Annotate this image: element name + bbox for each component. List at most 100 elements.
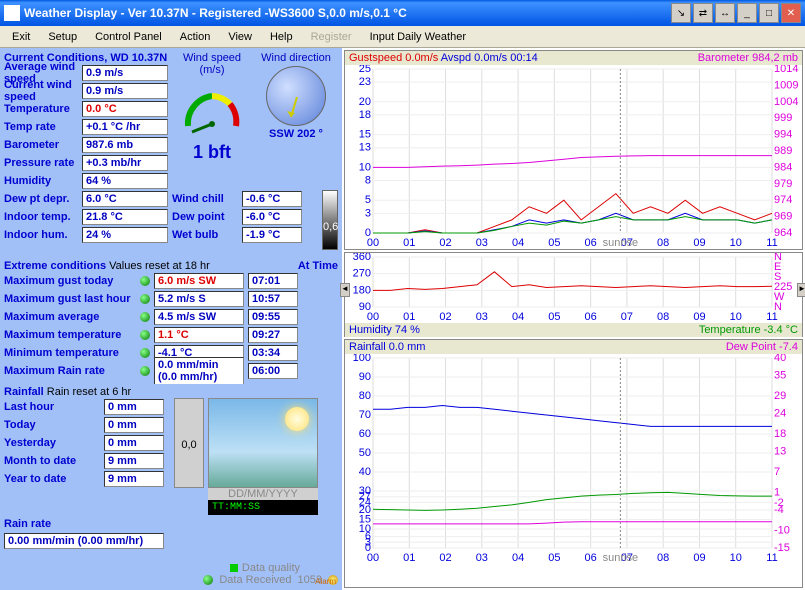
chart3-svg: 0001020304050607080910110361015202427304… — [345, 354, 800, 564]
cond-label: Dew point — [172, 211, 242, 223]
svg-text:-15: -15 — [774, 542, 790, 554]
toolbar-btn-1[interactable]: ↘ — [671, 3, 691, 23]
chart-wind-baro[interactable]: Gustspeed 0.0m/s Avspd 0.0m/s 00:14 Baro… — [344, 50, 803, 250]
tilt-gauge: 0,6 — [322, 190, 338, 250]
ext-time: 10:57 — [248, 291, 298, 307]
led-icon — [140, 294, 150, 304]
chart-direction[interactable]: ◄ ► 00010203040506070809101190180270360N… — [344, 252, 803, 337]
svg-text:06: 06 — [585, 311, 597, 323]
svg-text:02: 02 — [439, 237, 451, 249]
ext-label: Maximum gust today — [4, 275, 136, 287]
scroll-right-button[interactable]: ► — [797, 283, 805, 297]
svg-text:15: 15 — [359, 129, 371, 141]
ext-label: Minimum temperature — [4, 347, 136, 359]
svg-text:sunrise: sunrise — [603, 552, 638, 564]
toolbar-btn-3[interactable]: ↔ — [715, 3, 735, 23]
wind-speed-gauge: Wind speed (m/s) 1 bft — [172, 52, 252, 152]
ext-value: 4.5 m/s SW — [154, 309, 244, 325]
svg-text:979: 979 — [774, 178, 792, 190]
svg-text:974: 974 — [774, 194, 792, 206]
cond-value: +0.1 °C /hr — [82, 119, 168, 135]
svg-text:50: 50 — [359, 447, 371, 459]
menu-action[interactable]: Action — [172, 29, 219, 45]
cond-label: Wet bulb — [172, 229, 242, 241]
current-conditions-panel: Current Conditions, WD 10.37N Average wi… — [2, 50, 340, 256]
cond-value: 24 % — [82, 227, 168, 243]
rain-rate-label: Rain rate — [4, 518, 104, 530]
maximize-button[interactable]: □ — [759, 3, 779, 23]
scroll-left-button[interactable]: ◄ — [340, 283, 350, 297]
date-placeholder: DD/MM/YYYY — [208, 488, 318, 500]
rain-label: Month to date — [4, 455, 104, 467]
svg-text:90: 90 — [359, 301, 371, 313]
sky-image — [208, 398, 318, 488]
cond-value: 987.6 mb — [82, 137, 168, 153]
charts-panel: Gustspeed 0.0m/s Avspd 0.0m/s 00:14 Baro… — [342, 48, 805, 590]
rain-value: 9 mm — [104, 453, 164, 469]
menu-view[interactable]: View — [220, 29, 260, 45]
led-icon — [140, 276, 150, 286]
menu-exit[interactable]: Exit — [4, 29, 38, 45]
cond-value: -1.9 °C — [242, 227, 302, 243]
svg-text:40: 40 — [774, 354, 786, 364]
svg-text:7: 7 — [774, 466, 780, 478]
extreme-panel: Extreme conditions Values reset at 18 hr… — [2, 258, 340, 382]
svg-text:18: 18 — [359, 109, 371, 121]
ext-label: Maximum Rain rate — [4, 365, 136, 377]
svg-text:-2: -2 — [774, 497, 784, 509]
svg-text:03: 03 — [476, 237, 488, 249]
svg-text:270: 270 — [353, 268, 371, 280]
svg-text:60: 60 — [359, 428, 371, 440]
cond-value: 21.8 °C — [82, 209, 168, 225]
close-button[interactable]: ✕ — [781, 3, 801, 23]
svg-text:03: 03 — [476, 311, 488, 323]
chart-temp-hum[interactable]: Rainfall 0.0 mm Dew Point -7.4 000102030… — [344, 339, 803, 588]
svg-text:10: 10 — [730, 237, 742, 249]
svg-text:04: 04 — [512, 552, 524, 564]
menu-help[interactable]: Help — [262, 29, 301, 45]
ext-value: 6.0 m/s SW — [154, 273, 244, 289]
svg-text:1009: 1009 — [774, 79, 798, 91]
svg-text:180: 180 — [353, 284, 371, 296]
svg-text:984: 984 — [774, 161, 792, 173]
menu-input-daily[interactable]: Input Daily Weather — [362, 29, 474, 45]
svg-text:09: 09 — [693, 552, 705, 564]
svg-text:1004: 1004 — [774, 96, 798, 108]
svg-text:3: 3 — [365, 207, 371, 219]
at-time-label: At Time — [298, 260, 338, 272]
svg-text:09: 09 — [693, 237, 705, 249]
gauge-readout: SSW 202 ° — [256, 128, 336, 140]
svg-text:10: 10 — [359, 161, 371, 173]
gauge-label: Wind speed (m/s) — [172, 52, 252, 76]
svg-text:13: 13 — [359, 142, 371, 154]
svg-text:01: 01 — [403, 237, 415, 249]
titlebar: Weather Display - Ver 10.37N - Registere… — [0, 0, 805, 26]
svg-text:04: 04 — [512, 311, 524, 323]
svg-text:09: 09 — [693, 311, 705, 323]
svg-text:23: 23 — [359, 76, 371, 88]
svg-text:70: 70 — [359, 409, 371, 421]
menu-setup[interactable]: Setup — [40, 29, 85, 45]
svg-text:sunrise: sunrise — [603, 237, 638, 249]
cond-label: Dew pt depr. — [4, 193, 82, 205]
svg-text:999: 999 — [774, 112, 792, 124]
minimize-button[interactable]: _ — [737, 3, 757, 23]
svg-text:08: 08 — [657, 311, 669, 323]
window-title: Weather Display - Ver 10.37N - Registere… — [24, 6, 671, 20]
led-icon — [140, 366, 150, 376]
svg-text:29: 29 — [774, 390, 786, 402]
svg-text:02: 02 — [439, 552, 451, 564]
svg-text:994: 994 — [774, 129, 792, 141]
svg-text:100: 100 — [353, 354, 371, 364]
toolbar-btn-2[interactable]: ⇄ — [693, 3, 713, 23]
menu-control-panel[interactable]: Control Panel — [87, 29, 170, 45]
menu-register: Register — [303, 29, 360, 45]
menubar: Exit Setup Control Panel Action View Hel… — [0, 26, 805, 48]
svg-text:10: 10 — [730, 552, 742, 564]
gauge-label: Wind direction — [256, 52, 336, 64]
rain-value: 0 mm — [104, 417, 164, 433]
ext-time: 09:27 — [248, 327, 298, 343]
chart2-svg: 00010203040506070809101190180270360NW225… — [345, 253, 800, 323]
svg-text:360: 360 — [353, 253, 371, 263]
time-display: TT:MM:SS — [208, 500, 318, 515]
